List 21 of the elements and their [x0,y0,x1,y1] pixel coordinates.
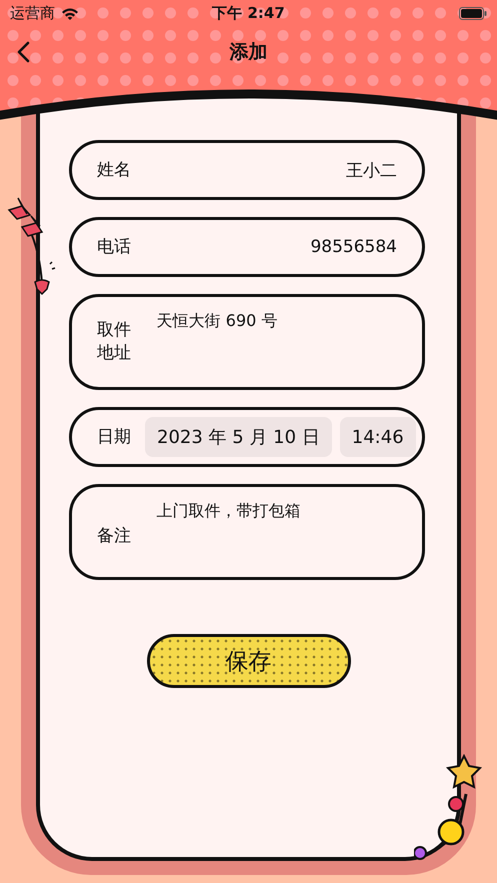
date-picker[interactable]: 2023 年 5 月 10 日 [145,417,332,457]
field-value: 98556584 [310,237,397,257]
text-area-field[interactable]: 取件地址 天恒大街 690 号 [69,294,425,390]
field-label: 电话 [97,236,131,258]
text-area-field[interactable]: 备注 上门取件，带打包箱 [69,484,425,580]
save-button[interactable]: 保存 [146,634,350,688]
page-title: 添加 [230,40,268,65]
field-value: 王小二 [346,160,397,182]
field-label: 取件地址 [97,319,132,365]
field-label: 日期 [97,426,131,448]
status-time: 下午 2:47 [212,4,285,22]
field-label: 备注 [97,524,132,548]
wifi-icon [61,6,79,20]
field-label: 姓名 [97,158,131,182]
form-field[interactable]: 姓名 王小二 [69,140,425,200]
carrier-name: 运营商 [10,4,55,22]
field-value: 上门取件，带打包箱 [156,501,301,522]
time-picker[interactable]: 14:46 [340,417,416,457]
form-field[interactable]: 电话 98556584 [69,217,425,277]
field-value: 天恒大街 690 号 [156,311,278,332]
battery-icon [458,6,487,20]
